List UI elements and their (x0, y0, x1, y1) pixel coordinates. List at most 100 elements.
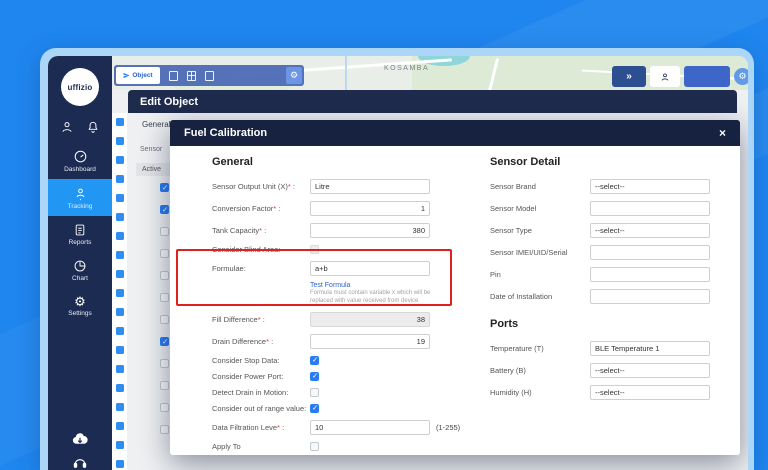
field-label: Temperature (T) (490, 344, 590, 353)
header-settings-button[interactable]: ⚙ (734, 68, 748, 85)
field-label: Consider Power Port: (212, 372, 310, 381)
object-row-checkbox[interactable] (116, 270, 124, 278)
object-row-checkbox[interactable] (116, 403, 124, 411)
consider-blind-area-checkbox[interactable] (310, 245, 319, 254)
object-row-checkbox[interactable] (116, 365, 124, 373)
object-row-checkbox[interactable] (116, 327, 124, 335)
support-headset-icon[interactable] (72, 456, 88, 468)
field-battery-port: Battery (B) --select-- (490, 362, 740, 378)
object-row-checkbox[interactable] (116, 118, 124, 126)
edit-object-row-checkbox[interactable] (160, 337, 169, 346)
field-label: Sensor Type (490, 226, 590, 235)
field-consider-out-of-range: Consider out of range value: (212, 403, 462, 413)
field-formulae: Formulae: a+b (212, 260, 462, 276)
sidebar-item-reports[interactable]: Reports (48, 216, 112, 252)
edit-object-row-checkbox[interactable] (160, 403, 169, 412)
cloud-download-icon[interactable] (71, 431, 89, 446)
sidebar-item-tracking[interactable]: Tracking (48, 179, 112, 216)
formulae-input[interactable]: a+b (310, 261, 430, 276)
edit-object-row-checkbox[interactable] (160, 183, 169, 192)
battery-port-select[interactable]: --select-- (590, 363, 710, 378)
sensor-output-unit-input[interactable]: Litre (310, 179, 430, 194)
tank-capacity-input[interactable]: 380 (310, 223, 430, 238)
object-row-checkbox[interactable] (116, 308, 124, 316)
object-row-checkbox[interactable] (116, 156, 124, 164)
field-label: Apply To (212, 442, 310, 451)
field-pin: Pin (490, 266, 740, 282)
sensor-model-input[interactable] (590, 201, 710, 216)
field-label: Data Filtration Leve* : (212, 423, 310, 432)
detect-drain-in-motion-checkbox[interactable] (310, 388, 319, 397)
sidebar-item-label: Tracking (68, 203, 93, 210)
edit-object-row-checkbox[interactable] (160, 249, 169, 258)
object-row-checkbox[interactable] (116, 251, 124, 259)
test-formula-link[interactable]: Test Formula (310, 282, 450, 289)
object-row-checkbox[interactable] (116, 384, 124, 392)
collapse-chevrons-label: » (626, 71, 632, 82)
object-row-checkbox[interactable] (116, 194, 124, 202)
grid-icon[interactable] (187, 71, 196, 81)
edit-object-row-checks (160, 183, 169, 434)
header-widget-bar[interactable] (684, 66, 730, 87)
sensor-imei-input[interactable] (590, 245, 710, 260)
apply-to-checkbox[interactable] (310, 442, 319, 451)
chart-pie-icon (73, 259, 87, 273)
object-row-checkbox[interactable] (116, 213, 124, 221)
edit-object-row-checkbox[interactable] (160, 381, 169, 390)
date-of-installation-input[interactable] (590, 289, 710, 304)
field-label: Drain Difference* : (212, 337, 310, 346)
object-row-checkbox[interactable] (116, 232, 124, 240)
sidebar-item-label: Settings (68, 310, 92, 317)
user-list-icon[interactable] (205, 71, 214, 81)
edit-object-row-checkbox[interactable] (160, 315, 169, 324)
edit-object-tab-general[interactable]: General (142, 120, 170, 129)
sidebar-item-label: Reports (69, 239, 92, 246)
content-area: KOSAMBA Object ⚙ (112, 56, 748, 470)
edit-object-row-checkbox[interactable] (160, 227, 169, 236)
bookmark-icon[interactable] (169, 71, 178, 81)
edit-object-row-checkbox[interactable] (160, 205, 169, 214)
object-row-checkbox[interactable] (116, 422, 124, 430)
sidebar-item-chart[interactable]: Chart (48, 252, 112, 288)
field-label: Consider Blind Area: (212, 245, 310, 254)
object-row-checkbox[interactable] (116, 460, 124, 468)
toolbar-settings-button[interactable]: ⚙ (286, 67, 302, 84)
edit-object-row-checkbox[interactable] (160, 293, 169, 302)
edit-object-sensor-label: Sensor (140, 146, 162, 153)
object-row-checkbox[interactable] (116, 441, 124, 449)
edit-object-row-checkbox[interactable] (160, 425, 169, 434)
drain-difference-input[interactable]: 19 (310, 334, 430, 349)
object-row-checkbox[interactable] (116, 289, 124, 297)
field-detect-drain-in-motion: Detect Drain in Motion: (212, 387, 462, 397)
object-row-checkbox[interactable] (116, 346, 124, 354)
data-filtration-level-input[interactable]: 10 (310, 420, 430, 435)
edit-object-row-checkbox[interactable] (160, 271, 169, 280)
account-button[interactable] (650, 66, 680, 87)
settings-gear-icon: ⚙ (74, 295, 86, 308)
collapse-panel-button[interactable]: » (612, 66, 646, 87)
field-temperature-port: Temperature (T) BLE Temperature 1 (490, 340, 740, 356)
edit-object-row-checkbox[interactable] (160, 359, 169, 368)
consider-stop-data-checkbox[interactable] (310, 356, 319, 365)
field-humidity-port: Humidity (H) --select-- (490, 384, 740, 400)
conversion-factor-input[interactable]: 1 (310, 201, 430, 216)
object-row-checkbox[interactable] (116, 137, 124, 145)
sidebar-item-dashboard[interactable]: Dashboard (48, 142, 112, 179)
close-icon[interactable]: × (719, 126, 726, 140)
sidebar: uffizio (48, 56, 112, 470)
brand-logo[interactable]: uffizio (61, 68, 99, 106)
object-row-checkbox[interactable] (116, 175, 124, 183)
sensor-type-select[interactable]: --select-- (590, 223, 710, 238)
field-consider-power-port: Consider Power Port: (212, 371, 462, 381)
field-tank-capacity: Tank Capacity* : 380 (212, 222, 462, 238)
consider-out-of-range-checkbox[interactable] (310, 404, 319, 413)
pin-input[interactable] (590, 267, 710, 282)
consider-power-port-checkbox[interactable] (310, 372, 319, 381)
humidity-port-select[interactable]: --select-- (590, 385, 710, 400)
notifications-bell-icon[interactable] (86, 120, 100, 134)
sensor-brand-select[interactable]: --select-- (590, 179, 710, 194)
profile-icon[interactable] (60, 120, 74, 134)
temperature-port-select[interactable]: BLE Temperature 1 (590, 341, 710, 356)
tab-object[interactable]: Object (116, 67, 160, 84)
sidebar-item-settings[interactable]: ⚙ Settings (48, 288, 112, 323)
